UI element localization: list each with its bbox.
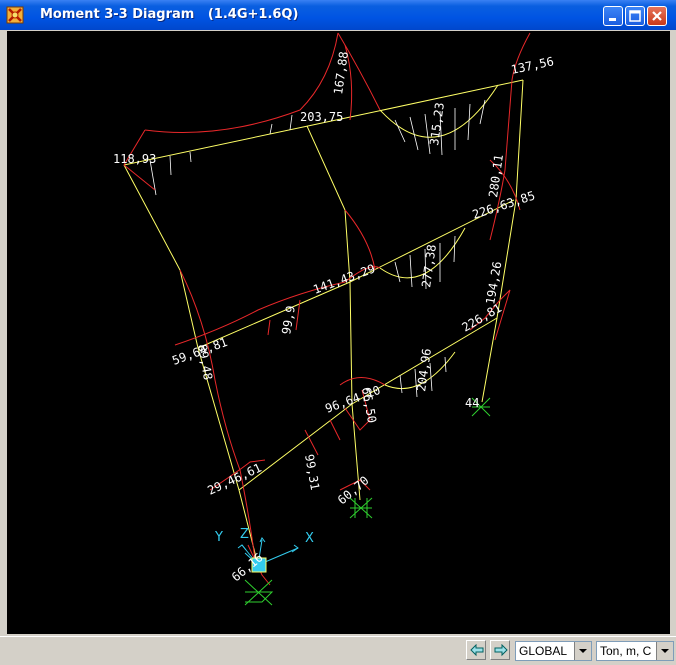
axis-z-label: Z bbox=[240, 527, 249, 542]
label-top-left: 118,93 bbox=[113, 152, 156, 166]
left-column bbox=[123, 164, 259, 566]
label-top-mid: 203,75 bbox=[300, 110, 343, 124]
label-top-span: 315,23 bbox=[427, 102, 447, 147]
minimize-icon bbox=[609, 18, 616, 21]
label-top-vertical: 167,88 bbox=[331, 51, 351, 96]
window-title: Moment 3-3 Diagram (1.4G+1.6Q) bbox=[40, 7, 299, 22]
minimize-button[interactable] bbox=[603, 6, 623, 26]
support-center bbox=[349, 497, 373, 519]
title-bar[interactable]: Moment 3-3 Diagram (1.4G+1.6Q) bbox=[0, 0, 676, 30]
support-left bbox=[244, 579, 274, 606]
label-mid-center: 141,43,29 bbox=[311, 261, 377, 296]
nav-left-button[interactable] bbox=[466, 640, 486, 660]
diagram-canvas[interactable]: 118,93 203,75 137,56 167,88 315,23 280,1… bbox=[7, 31, 670, 634]
label-low-span: 204,96 bbox=[414, 348, 434, 393]
coord-system-select[interactable]: GLOBAL bbox=[515, 641, 592, 661]
status-bar: GLOBAL Ton, m, C bbox=[0, 636, 676, 665]
arrow-right-icon bbox=[494, 644, 508, 657]
label-mid-span2: 99,9 bbox=[279, 305, 298, 336]
center-column bbox=[306, 125, 361, 501]
label-col-right-top: 280,11 bbox=[486, 154, 506, 199]
coord-system-dropdown[interactable] bbox=[574, 642, 591, 660]
chevron-down-icon bbox=[661, 649, 669, 653]
units-value: Ton, m, C bbox=[600, 644, 652, 658]
diagram-window: Moment 3-3 Diagram (1.4G+1.6Q) 118,93 20… bbox=[0, 0, 676, 665]
chevron-down-icon bbox=[579, 649, 587, 653]
app-icon[interactable] bbox=[6, 6, 24, 24]
close-button[interactable] bbox=[647, 6, 667, 26]
supports bbox=[244, 397, 491, 606]
axis-x-label: X bbox=[305, 531, 314, 546]
right-column bbox=[481, 79, 524, 403]
units-dropdown[interactable] bbox=[656, 642, 673, 660]
nav-right-button[interactable] bbox=[490, 640, 510, 660]
maximize-button[interactable] bbox=[625, 6, 645, 26]
moment-diagram: 118,93 203,75 137,56 167,88 315,23 280,1… bbox=[113, 32, 555, 606]
label-right-support: 44 bbox=[465, 396, 479, 410]
label-low-span2: 99,31 bbox=[302, 453, 322, 491]
label-top-right: 137,56 bbox=[510, 54, 555, 77]
maximize-icon bbox=[629, 10, 641, 22]
units-select[interactable]: Ton, m, C bbox=[596, 641, 674, 661]
close-icon bbox=[652, 11, 662, 21]
label-mid-span: 277,38 bbox=[419, 244, 439, 289]
coord-system-value: GLOBAL bbox=[519, 644, 568, 658]
label-base-left: 29,46,61 bbox=[205, 461, 263, 498]
axis-y-label: Y bbox=[214, 530, 223, 545]
label-mid-right: 226,63,85 bbox=[471, 188, 537, 221]
arrow-left-icon bbox=[470, 644, 484, 657]
